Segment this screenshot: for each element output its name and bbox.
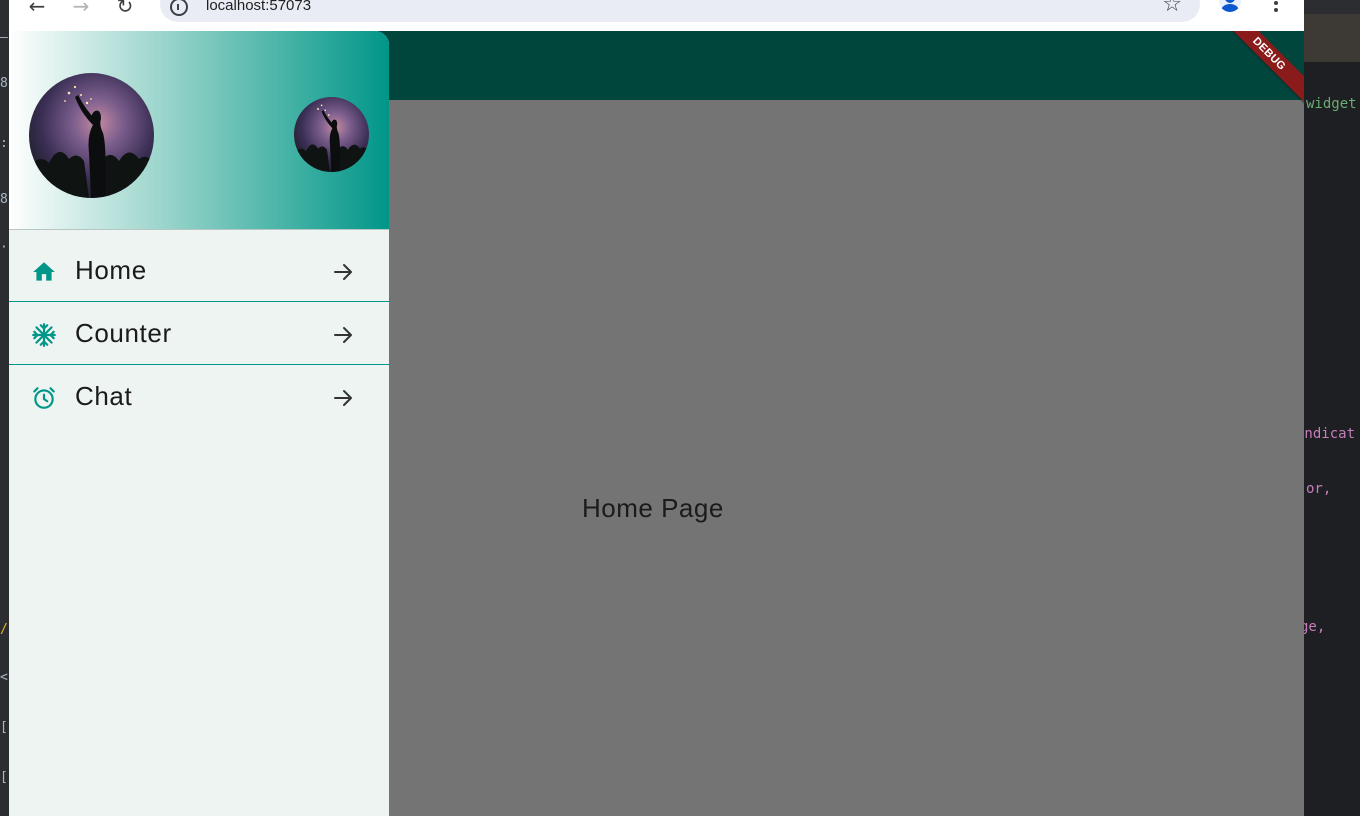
alarm-icon xyxy=(33,387,55,409)
drawer-item-counter[interactable]: Counter xyxy=(9,302,389,365)
ide-gutter-glyph: — xyxy=(0,30,8,45)
ide-gutter-glyph: [ xyxy=(0,770,8,785)
flutter-app: Home Page DEBUG Home Counter Chat xyxy=(9,31,1304,816)
browser-menu-icon[interactable] xyxy=(1271,0,1281,14)
ide-topbar xyxy=(1304,0,1360,14)
arrow-forward-icon xyxy=(334,264,352,280)
address-bar[interactable]: localhost:57073 ☆ xyxy=(160,0,1200,22)
ide-code-line: widget xyxy=(1306,96,1357,112)
drawer-item-label: Chat xyxy=(75,381,133,411)
arrow-right-icon: → xyxy=(72,0,90,18)
ide-left-gutter: — 8 : 8 · / < [ [ xyxy=(0,0,9,816)
browser-toolbar: ← → ↻ localhost:57073 ☆ xyxy=(9,0,1304,31)
ide-gutter-glyph: 8 xyxy=(0,76,8,91)
ide-gutter-glyph: 8 xyxy=(0,192,8,207)
ide-gutter-glyph: < xyxy=(0,670,8,685)
refresh-icon: ↻ xyxy=(116,0,134,18)
ide-code-editor: widget Indicat or, ge, xyxy=(1304,0,1360,816)
profile-avatar-icon[interactable] xyxy=(1219,0,1241,12)
ide-gutter-glyph: · xyxy=(0,240,8,255)
bookmark-star-icon[interactable]: ☆ xyxy=(1162,0,1182,16)
url-text[interactable]: localhost:57073 xyxy=(206,0,311,14)
reload-button[interactable]: ↻ xyxy=(111,0,139,20)
forward-button[interactable]: → xyxy=(67,0,95,20)
ide-gutter-glyph: [ xyxy=(0,720,8,735)
page-title: Home Page xyxy=(582,493,724,523)
arrow-forward-icon xyxy=(334,390,352,406)
back-button[interactable]: ← xyxy=(23,0,51,20)
ide-gutter-glyph: : xyxy=(0,136,8,151)
arrow-forward-icon xyxy=(334,327,352,343)
snowflake-icon xyxy=(32,323,56,347)
arrow-left-icon: ← xyxy=(28,0,46,18)
user-avatar-large[interactable] xyxy=(29,73,154,198)
drawer-item-label: Home xyxy=(75,255,147,285)
ide-code-line: Indicat xyxy=(1304,426,1356,442)
ide-code-line: or, xyxy=(1306,481,1332,497)
ide-gutter-glyph: / xyxy=(0,622,8,637)
home-icon xyxy=(33,262,55,281)
ide-tab xyxy=(1304,14,1360,62)
site-info-icon[interactable] xyxy=(170,0,188,16)
navigation-drawer: Home Counter Chat xyxy=(9,31,389,816)
drawer-menu: Home Counter Chat xyxy=(9,239,389,428)
drawer-item-chat[interactable]: Chat xyxy=(9,365,389,428)
drawer-item-home[interactable]: Home xyxy=(9,239,389,302)
ide-code-line: ge, xyxy=(1304,619,1326,635)
user-avatar-small[interactable] xyxy=(294,97,369,172)
drawer-item-label: Counter xyxy=(75,318,172,348)
drawer-header xyxy=(9,31,389,230)
